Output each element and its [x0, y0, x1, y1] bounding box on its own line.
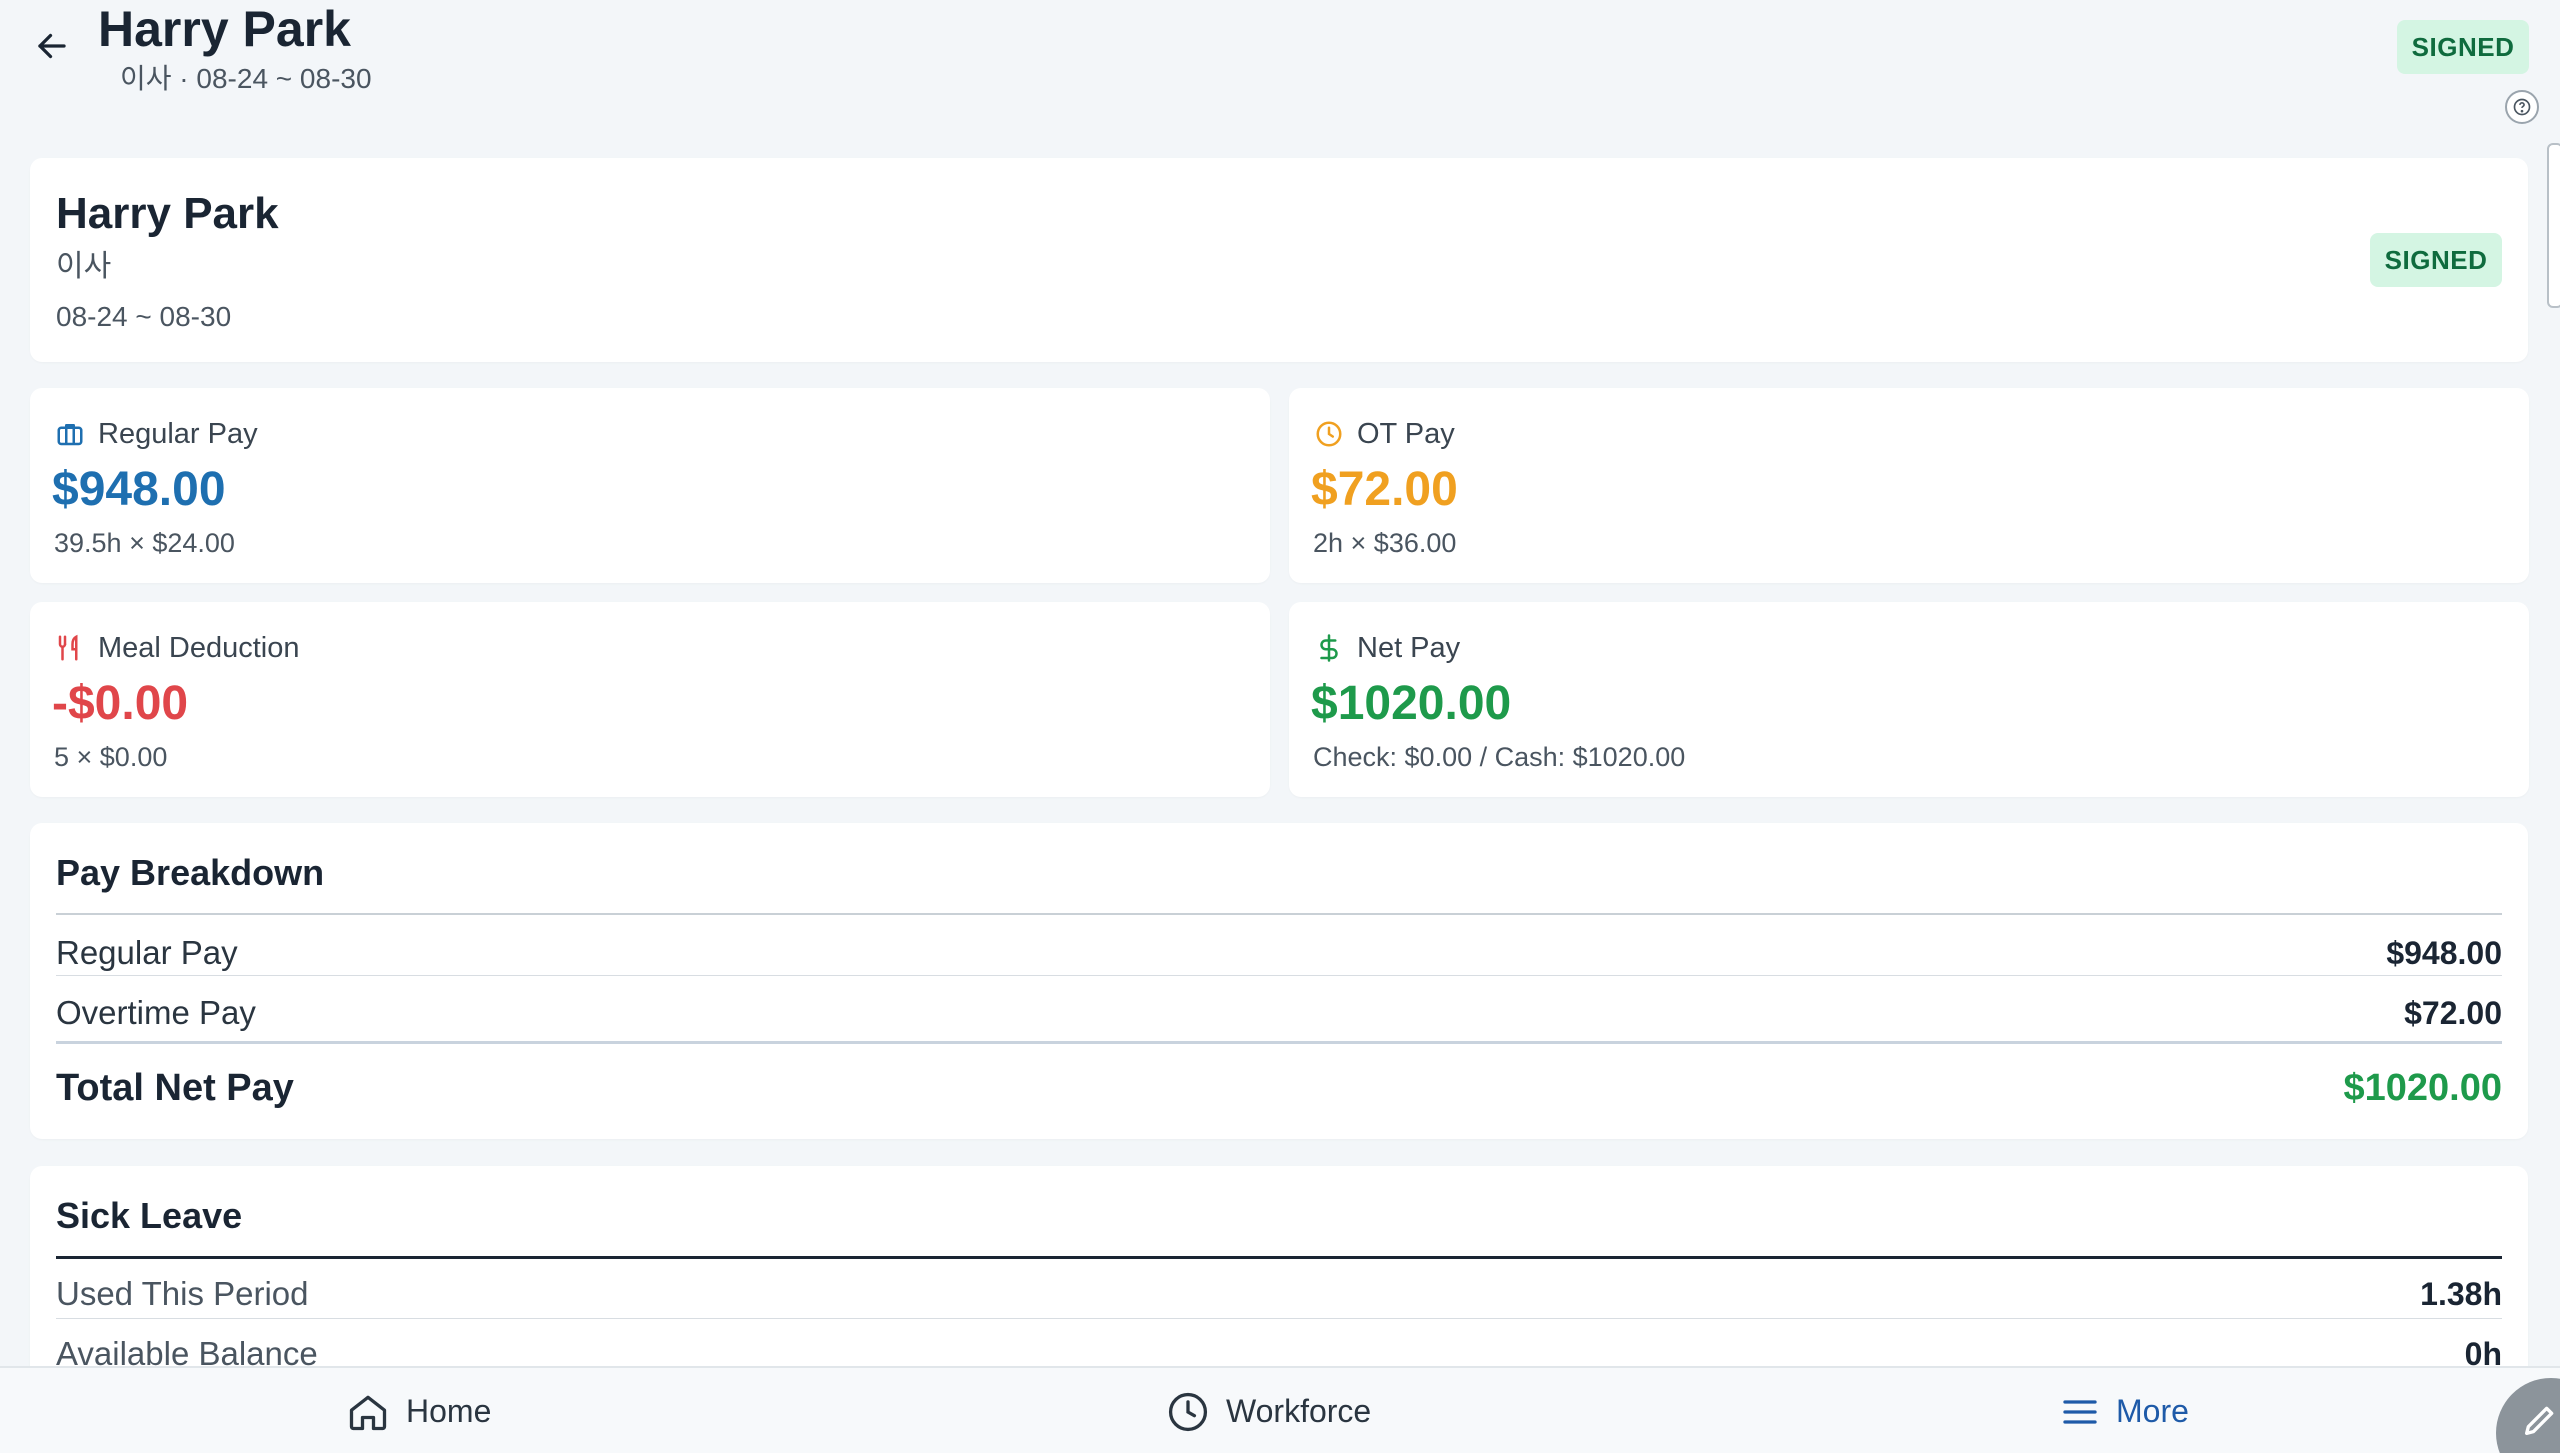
scroll-handle[interactable] [2547, 143, 2560, 308]
breakdown-row-value: $72.00 [2404, 994, 2502, 1031]
status-badge: SIGNED [2397, 20, 2529, 74]
breakdown-row-value: $948.00 [2386, 934, 2502, 971]
divider [56, 1318, 2502, 1319]
sick-leave-row-label: Used This Period [56, 1275, 309, 1312]
breakdown-row-regular: Regular Pay $948.00 [56, 931, 2502, 975]
employee-card: Harry Park 이사 08-24 ~ 08-30 SIGNED [30, 158, 2528, 362]
dollar-icon [1313, 632, 1345, 664]
nav-home[interactable]: Home [346, 1368, 491, 1453]
breakdown-total-row: Total Net Pay $1020.00 [56, 1061, 2502, 1115]
net-pay-label: Net Pay [1357, 631, 1461, 664]
meal-deduction-detail: 5 × $0.00 [54, 742, 168, 772]
help-button[interactable] [2505, 90, 2539, 124]
divider [56, 913, 2502, 915]
employee-status-badge: SIGNED [2370, 233, 2502, 287]
meal-deduction-label: Meal Deduction [98, 631, 300, 664]
regular-pay-detail: 39.5h × $24.00 [54, 528, 235, 558]
regular-pay-card: Regular Pay $948.00 39.5h × $24.00 [30, 388, 1270, 583]
nav-home-label: Home [406, 1393, 492, 1429]
back-button[interactable] [30, 24, 74, 68]
employee-name: Harry Park [56, 189, 279, 238]
divider [56, 1041, 2502, 1044]
net-pay-header: Net Pay [1313, 628, 1460, 668]
utensils-icon [54, 632, 86, 664]
nav-more-label: More [2116, 1393, 2189, 1429]
divider [56, 975, 2502, 976]
ot-pay-label: OT Pay [1357, 417, 1455, 450]
meal-deduction-header: Meal Deduction [54, 628, 300, 668]
menu-icon [2063, 1399, 2097, 1424]
pay-breakdown-card: Pay Breakdown Regular Pay $948.00 Overti… [30, 823, 2528, 1139]
net-pay-value: $1020.00 [1311, 677, 1512, 730]
regular-pay-label: Regular Pay [98, 417, 258, 450]
ot-pay-header: OT Pay [1313, 414, 1455, 454]
nav-workforce[interactable]: Workforce [1166, 1368, 1371, 1453]
pay-period: 08-24 ~ 08-30 [56, 301, 232, 332]
ot-pay-value: $72.00 [1311, 463, 1458, 516]
breakdown-row-label: Overtime Pay [56, 994, 256, 1031]
regular-pay-value: $948.00 [52, 463, 226, 516]
nav-more[interactable]: More [2060, 1368, 2189, 1453]
home-icon [349, 1395, 387, 1430]
regular-pay-header: Regular Pay [54, 414, 258, 454]
divider [56, 1256, 2502, 1259]
page-title: Harry Park [98, 1, 351, 57]
payroll-detail-screen: Harry Park 이사 · 08-24 ~ 08-30 SIGNED Har… [0, 0, 2560, 1453]
meal-deduction-value: -$0.00 [52, 677, 189, 730]
net-pay-detail: Check: $0.00 / Cash: $1020.00 [1313, 742, 1686, 772]
breakdown-row-label: Regular Pay [56, 934, 238, 971]
sick-leave-row-used: Used This Period 1.38h [56, 1272, 2502, 1316]
sick-leave-title: Sick Leave [56, 1195, 243, 1236]
clock-icon [1168, 1392, 1208, 1431]
breakdown-row-overtime: Overtime Pay $72.00 [56, 991, 2502, 1035]
pencil-icon [2525, 1406, 2554, 1435]
nav-workforce-label: Workforce [1226, 1393, 1372, 1429]
briefcase-icon [54, 418, 86, 450]
bottom-navigation: Home Workforce More [0, 1366, 2560, 1453]
sick-leave-row-value: 1.38h [2420, 1275, 2502, 1312]
clock-icon [1313, 418, 1345, 450]
net-pay-card: Net Pay $1020.00 Check: $0.00 / Cash: $1… [1289, 602, 2529, 797]
employee-role: 이사 [56, 250, 112, 283]
arrow-left-icon [38, 33, 66, 59]
total-net-pay-value: $1020.00 [2343, 1066, 2503, 1109]
ot-pay-detail: 2h × $36.00 [1313, 528, 1457, 558]
pay-breakdown-title: Pay Breakdown [56, 852, 325, 893]
app-header: Harry Park 이사 · 08-24 ~ 08-30 SIGNED [0, 0, 2560, 140]
help-icon [2513, 98, 2531, 116]
meal-deduction-card: Meal Deduction -$0.00 5 × $0.00 [30, 602, 1270, 797]
total-net-pay-label: Total Net Pay [56, 1066, 294, 1109]
page-subtitle: 이사 · 08-24 ~ 08-30 [120, 63, 372, 94]
ot-pay-card: OT Pay $72.00 2h × $36.00 [1289, 388, 2529, 583]
